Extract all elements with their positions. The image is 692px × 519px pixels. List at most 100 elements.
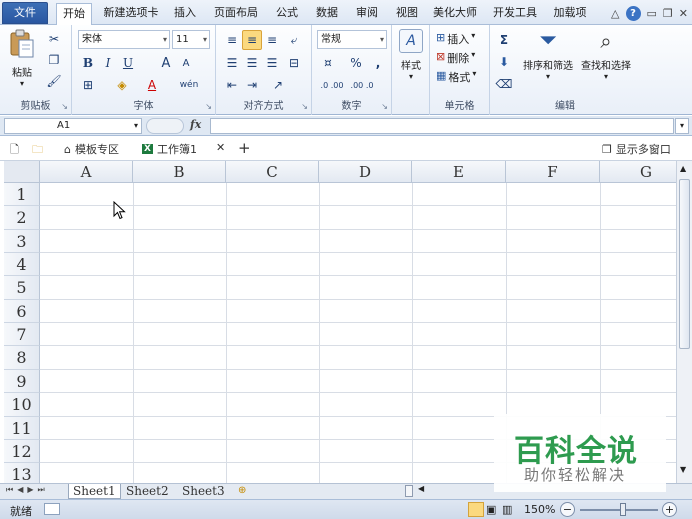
row-header[interactable]: 4 bbox=[4, 253, 40, 276]
tab-review[interactable]: 审阅 bbox=[350, 3, 384, 25]
tab-insert[interactable]: 插入 bbox=[168, 3, 202, 25]
column-header[interactable]: E bbox=[412, 161, 506, 183]
merge-center-icon[interactable]: ⊟ bbox=[284, 53, 304, 73]
macro-record-icon[interactable] bbox=[44, 503, 60, 515]
bold-button[interactable]: B bbox=[78, 53, 98, 73]
font-color-icon[interactable]: A bbox=[142, 75, 162, 95]
zoom-out-button[interactable]: − bbox=[560, 502, 575, 517]
add-tab-button[interactable]: + bbox=[238, 139, 251, 157]
formula-bar-resize-handle[interactable] bbox=[146, 118, 184, 134]
underline-button[interactable]: U bbox=[118, 53, 138, 73]
new-document-icon[interactable]: 🗋 bbox=[10, 141, 19, 160]
dialog-launcher-icon[interactable]: ↘ bbox=[61, 102, 68, 111]
template-tab[interactable]: ⌂ 模板专区 bbox=[64, 141, 119, 157]
zoom-slider-thumb[interactable] bbox=[620, 503, 626, 516]
decrease-indent-icon[interactable]: ⇤ bbox=[222, 75, 242, 95]
minimize-icon[interactable]: ▭ bbox=[647, 7, 657, 20]
row-header[interactable]: 9 bbox=[4, 370, 40, 393]
page-break-view-icon[interactable]: ▥ bbox=[502, 503, 512, 516]
sheet-tab[interactable]: Sheet3 bbox=[182, 484, 225, 499]
fill-color-icon[interactable]: ◈ bbox=[112, 75, 132, 95]
insert-cells-button[interactable]: ⊞ 插入 ▾ bbox=[436, 31, 475, 47]
column-header[interactable]: D bbox=[319, 161, 412, 183]
row-header[interactable]: 2 bbox=[4, 206, 40, 230]
clear-icon[interactable]: ⌫ bbox=[494, 74, 514, 94]
workbook-tab[interactable]: X 工作簿1 bbox=[142, 141, 197, 157]
dialog-launcher-icon[interactable]: ↘ bbox=[381, 102, 388, 111]
percent-button[interactable]: % bbox=[346, 53, 366, 73]
styles-button[interactable]: A 样式 ▾ bbox=[396, 29, 426, 81]
row-header[interactable]: 1 bbox=[4, 183, 40, 206]
autosum-button[interactable]: Σ bbox=[494, 30, 514, 50]
select-all-button[interactable] bbox=[4, 161, 40, 183]
close-tab-button[interactable]: ✕ bbox=[216, 141, 225, 154]
align-left-icon[interactable]: ☰ bbox=[222, 53, 242, 73]
row-header[interactable]: 8 bbox=[4, 346, 40, 370]
copy-icon[interactable]: ❐ bbox=[44, 50, 64, 70]
insert-sheet-icon[interactable]: ⊕ bbox=[238, 485, 246, 496]
tab-addins[interactable]: 加载项 bbox=[550, 3, 590, 25]
sheet-nav-icons[interactable]: ⏮◀▶⏭ bbox=[6, 485, 49, 495]
restore-icon[interactable]: ❐ bbox=[663, 7, 673, 20]
scroll-down-icon[interactable]: ▼ bbox=[680, 465, 686, 474]
row-header[interactable]: 13 bbox=[4, 463, 40, 483]
column-header[interactable]: C bbox=[226, 161, 319, 183]
row-header[interactable]: 3 bbox=[4, 230, 40, 253]
currency-icon[interactable]: ¤ bbox=[318, 53, 338, 73]
dialog-launcher-icon[interactable]: ↘ bbox=[301, 102, 308, 111]
find-select-button[interactable]: ⌕ 查找和选择 ▾ bbox=[578, 29, 634, 81]
sheet-tab[interactable]: Sheet1 bbox=[68, 484, 121, 499]
tab-view[interactable]: 视图 bbox=[390, 3, 424, 25]
column-header[interactable]: B bbox=[133, 161, 226, 183]
tab-split-handle[interactable] bbox=[405, 485, 413, 497]
zoom-slider[interactable] bbox=[580, 509, 658, 511]
tab-home[interactable]: 开始 bbox=[56, 3, 92, 26]
tab-file[interactable]: 文件 bbox=[2, 2, 48, 24]
tab-developer[interactable]: 开发工具 bbox=[490, 3, 540, 25]
close-icon[interactable]: ✕ bbox=[679, 7, 688, 20]
column-header[interactable]: F bbox=[506, 161, 600, 183]
zoom-in-button[interactable]: + bbox=[662, 502, 677, 517]
scroll-up-icon[interactable]: ▲ bbox=[680, 164, 686, 173]
align-middle-icon[interactable]: ≡ bbox=[242, 30, 262, 50]
cut-icon[interactable]: ✂ bbox=[44, 29, 64, 49]
decrease-decimal-button[interactable]: .00 .0 bbox=[348, 75, 376, 95]
row-header[interactable]: 6 bbox=[4, 300, 40, 323]
row-header[interactable]: 10 bbox=[4, 393, 40, 417]
column-header[interactable]: G bbox=[600, 161, 676, 183]
fill-icon[interactable]: ⬇ bbox=[494, 52, 514, 72]
normal-view-icon[interactable] bbox=[468, 502, 484, 517]
align-bottom-icon[interactable]: ≡ bbox=[262, 30, 282, 50]
grow-font-button[interactable]: A bbox=[156, 53, 176, 73]
multi-window-button[interactable]: ❐ 显示多窗口 bbox=[602, 141, 671, 157]
name-box[interactable]: A1 ▾ bbox=[4, 118, 142, 134]
align-right-icon[interactable]: ☰ bbox=[262, 53, 282, 73]
italic-button[interactable]: I bbox=[98, 53, 118, 73]
increase-decimal-button[interactable]: .0 .00 bbox=[318, 75, 346, 95]
number-format-select[interactable]: 常规 ▾ bbox=[317, 30, 387, 49]
font-name-select[interactable]: 宋体 ▾ bbox=[78, 30, 170, 49]
paste-button[interactable]: 粘贴 ▾ bbox=[8, 29, 36, 88]
align-center-icon[interactable]: ☰ bbox=[242, 53, 262, 73]
tab-new[interactable]: 新建选项卡 bbox=[100, 3, 162, 25]
row-header[interactable]: 7 bbox=[4, 323, 40, 346]
scroll-left-icon[interactable]: ◀ bbox=[418, 484, 424, 493]
page-layout-view-icon[interactable]: ▣ bbox=[486, 503, 496, 516]
insert-function-button[interactable]: fx bbox=[190, 118, 201, 131]
minimize-ribbon-icon[interactable]: △ bbox=[611, 7, 619, 20]
folder-icon[interactable]: 🗀 bbox=[32, 141, 43, 160]
phonetic-button[interactable]: wén bbox=[176, 75, 202, 95]
tab-data[interactable]: 数据 bbox=[310, 3, 344, 25]
increase-indent-icon[interactable]: ⇥ bbox=[242, 75, 262, 95]
shrink-font-button[interactable]: A bbox=[176, 53, 196, 73]
borders-icon[interactable]: ⊞ bbox=[78, 75, 98, 95]
font-size-select[interactable]: 11 ▾ bbox=[172, 30, 210, 49]
vertical-scrollbar[interactable]: ▲ ▼ bbox=[676, 161, 692, 483]
comma-button[interactable]: , bbox=[368, 53, 388, 73]
align-top-icon[interactable]: ≡ bbox=[222, 30, 242, 50]
tab-page-layout[interactable]: 页面布局 bbox=[208, 3, 264, 25]
help-icon[interactable]: ? bbox=[625, 5, 641, 21]
dialog-launcher-icon[interactable]: ↘ bbox=[205, 102, 212, 111]
row-header[interactable]: 11 bbox=[4, 417, 40, 440]
tab-formulas[interactable]: 公式 bbox=[270, 3, 304, 25]
